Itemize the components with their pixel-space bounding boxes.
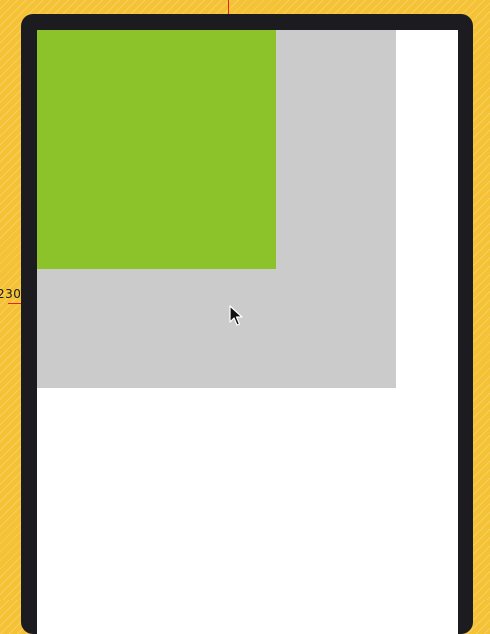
- top-measure-tick: [228, 0, 229, 14]
- measure-label: 230: [0, 287, 22, 301]
- outer-gray-box: [37, 30, 396, 388]
- device-screen: [37, 30, 458, 634]
- arrow-cursor-icon: [229, 305, 243, 326]
- device-frame: [21, 14, 473, 634]
- inner-green-box: [37, 30, 276, 269]
